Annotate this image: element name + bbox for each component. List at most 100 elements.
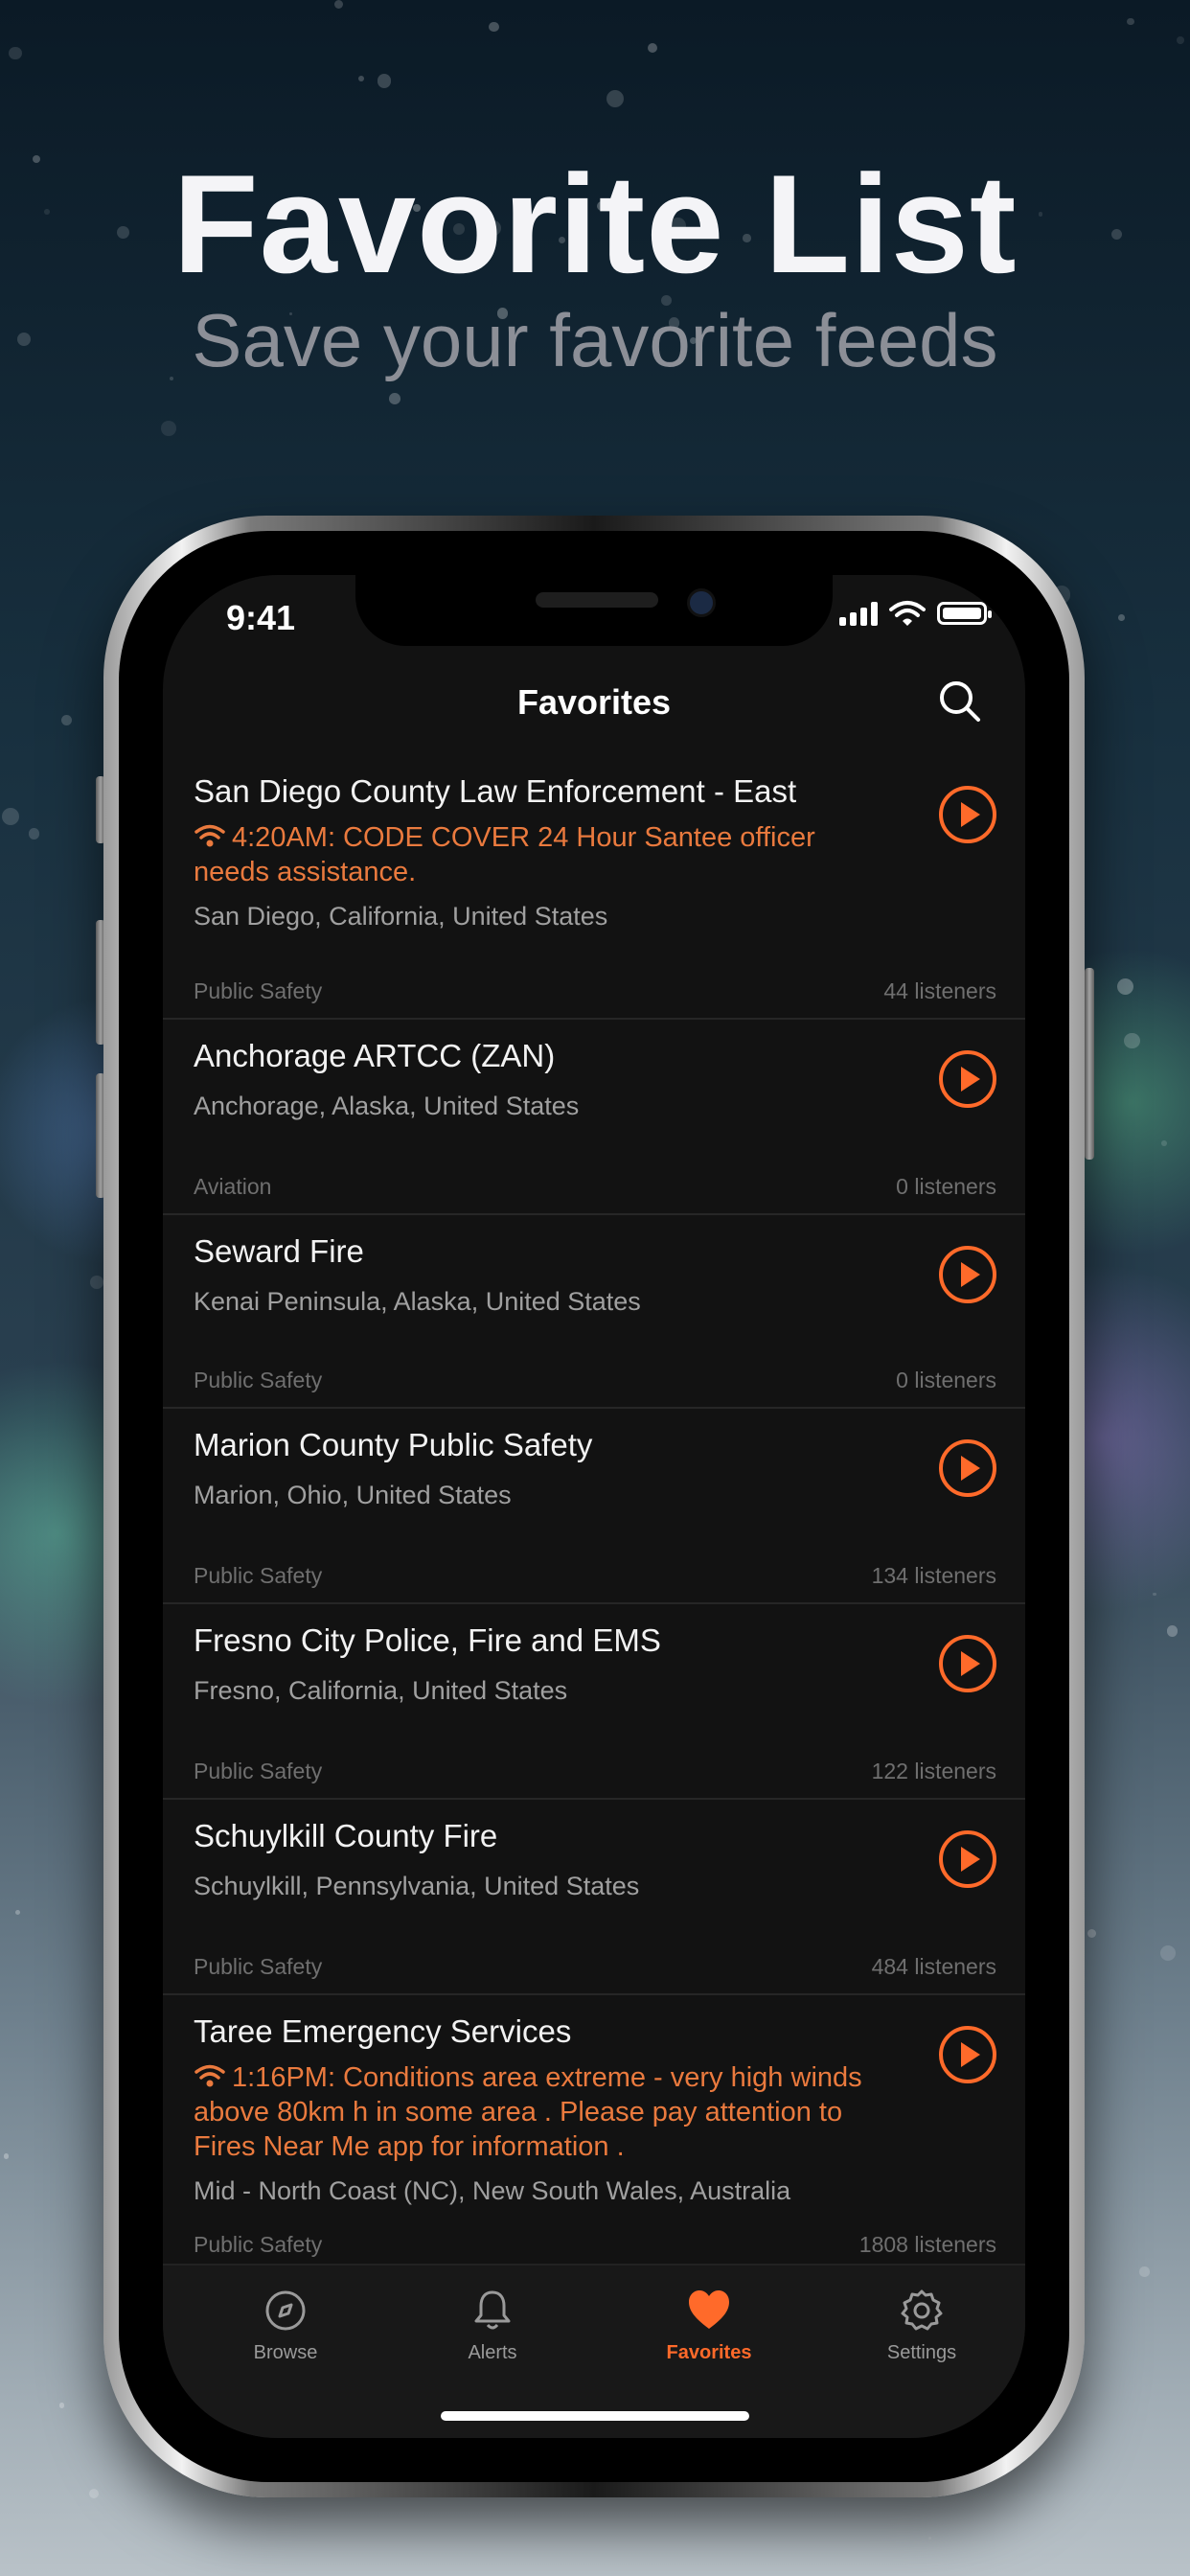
snowflake (1117, 613, 1125, 621)
phone-power-button (1085, 968, 1094, 1160)
feed-row[interactable]: Marion County Public Safety Marion, Ohio,… (163, 1409, 1025, 1604)
earpiece-speaker (536, 592, 658, 608)
feed-row[interactable]: Fresno City Police, Fire and EMS Fresno, … (163, 1604, 1025, 1800)
feed-row[interactable]: Schuylkill County Fire Schuylkill, Pennsy… (163, 1800, 1025, 1995)
snowflake (9, 46, 22, 59)
feed-location: San Diego, California, United States (194, 902, 608, 931)
bell-icon (474, 2290, 511, 2330)
page-title: Favorites (516, 682, 672, 722)
tab-label: Settings (886, 2342, 957, 2363)
tab-favorites[interactable]: Favorites (632, 2287, 786, 2364)
snowflake (606, 89, 625, 108)
feed-row[interactable]: Anchorage ARTCC (ZAN) Anchorage, Alaska, … (163, 1020, 1025, 1215)
heart-icon (689, 2290, 729, 2329)
feed-listeners: 44 listeners (883, 978, 996, 1003)
snowflake (1159, 1945, 1177, 1962)
snowflake (357, 75, 364, 81)
feed-name: Taree Emergency Services (194, 2013, 572, 2049)
snowflake (1166, 1624, 1179, 1637)
feed-name: Anchorage ARTCC (ZAN) (194, 1038, 556, 1073)
feed-row[interactable]: Taree Emergency Services 1:16PM: Conditio… (163, 1995, 1025, 2264)
broadcast-icon (195, 2064, 225, 2087)
tab-settings[interactable]: Settings (845, 2287, 998, 2364)
search-icon[interactable] (933, 675, 987, 728)
snowflake (88, 2489, 99, 2499)
hero-subtitle: Save your favorite feeds (192, 298, 998, 382)
feed-location: Kenai Peninsula, Alaska, United States (194, 1287, 641, 1316)
feed-listeners: 484 listeners (871, 1954, 996, 1979)
feed-category: Public Safety (194, 1759, 323, 1783)
status-time: 9:41 (226, 598, 296, 637)
play-button[interactable] (937, 1438, 998, 1499)
broadcast-icon (195, 824, 225, 847)
snowflake (1153, 1593, 1156, 1597)
feed-alert: 4:20AM: CODE COVER 24 Hour Santee office… (194, 820, 883, 889)
snowflake (1124, 1032, 1140, 1049)
feed-row[interactable]: Seward Fire Kenai Peninsula, Alaska, Unit… (163, 1215, 1025, 1409)
snowflake (58, 2403, 65, 2409)
play-button[interactable] (937, 784, 998, 845)
favorites-list: San Diego County Law Enforcement - East 4… (163, 755, 1025, 2264)
feed-category: Public Safety (194, 1368, 323, 1392)
app-screen: 9:41 Favorites San Diego County Law Enfo… (163, 575, 1025, 2438)
feed-category: Public Safety (194, 1954, 323, 1979)
snowflake (28, 828, 40, 840)
hero-title: Favorite List (172, 146, 1018, 302)
play-button[interactable] (937, 2024, 998, 2085)
snowflake (1177, 35, 1184, 44)
feed-listeners: 1808 listeners (858, 2232, 996, 2257)
cellular-signal-icon (839, 601, 878, 626)
home-indicator[interactable] (441, 2411, 749, 2421)
play-button[interactable] (937, 1048, 998, 1110)
feed-name: Schuylkill County Fire (194, 1818, 498, 1853)
snowflake (1087, 1928, 1096, 1938)
snowflake (1139, 2266, 1150, 2277)
snowflake (927, 2536, 932, 2541)
tab-browse[interactable]: Browse (209, 2287, 362, 2364)
feed-category: Public Safety (194, 1563, 323, 1588)
feed-location: Fresno, California, United States (194, 1676, 568, 1705)
snowflake (2, 808, 20, 826)
snowflake (647, 42, 657, 53)
snowflake (161, 421, 176, 437)
feed-name: Marion County Public Safety (194, 1427, 593, 1462)
feed-name: Fresno City Police, Fire and EMS (194, 1622, 661, 1658)
battery-icon (937, 602, 992, 625)
feed-location: Mid - North Coast (NC), New South Wales,… (194, 2176, 791, 2205)
snowflake (489, 21, 499, 33)
snowflake (1161, 1139, 1168, 1146)
feed-listeners: 122 listeners (871, 1759, 996, 1783)
feed-category: Aviation (194, 1174, 272, 1199)
feed-row[interactable]: San Diego County Law Enforcement - East 4… (163, 755, 1025, 1020)
play-button[interactable] (937, 1633, 998, 1694)
tab-label: Alerts (468, 2342, 517, 2363)
feed-name: Seward Fire (194, 1233, 364, 1269)
snowflake (334, 0, 344, 10)
snowflake (1117, 978, 1134, 995)
snowflake (14, 1910, 20, 1916)
feed-listeners: 0 listeners (896, 1368, 996, 1392)
feed-alert: 1:16PM: Conditions area extreme - very h… (194, 2060, 883, 2164)
feed-location: Schuylkill, Pennsylvania, United States (194, 1872, 640, 1900)
tab-alerts[interactable]: Alerts (416, 2287, 569, 2364)
feed-location: Marion, Ohio, United States (194, 1481, 512, 1509)
feed-alert-text: 1:16PM: Conditions area extreme - very h… (194, 2062, 862, 2162)
status-icons (839, 600, 992, 627)
snowflake (377, 74, 392, 88)
wifi-icon (889, 601, 926, 626)
phone-frame: 9:41 Favorites San Diego County Law Enfo… (103, 516, 1085, 2497)
tab-label: Favorites (666, 2342, 752, 2363)
tab-label: Browse (253, 2342, 318, 2363)
snowflake (90, 1276, 103, 1289)
feed-alert-text: 4:20AM: CODE COVER 24 Hour Santee office… (194, 822, 815, 887)
compass-icon (265, 2290, 306, 2331)
feed-category: Public Safety (194, 978, 323, 1003)
feed-location: Anchorage, Alaska, United States (194, 1092, 580, 1120)
notch (355, 575, 833, 646)
front-camera (687, 588, 716, 617)
play-button[interactable] (937, 1828, 998, 1890)
feed-listeners: 134 listeners (871, 1563, 996, 1588)
play-button[interactable] (937, 1244, 998, 1305)
snowflake (389, 393, 401, 404)
snowflake (1127, 17, 1134, 25)
